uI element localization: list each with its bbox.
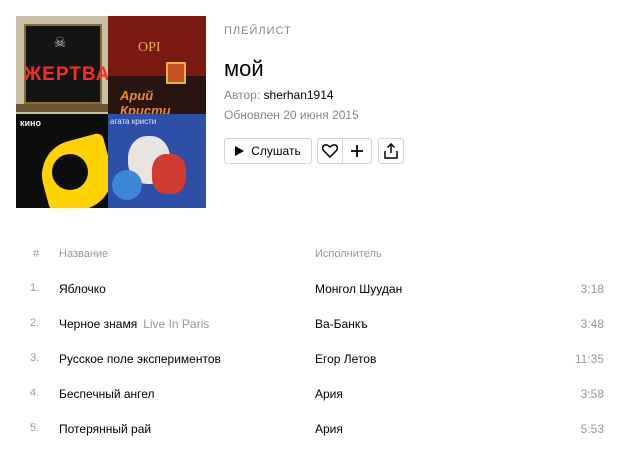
track-row[interactable]: 2. Черное знамя Live In Paris Ва-Банкъ 3:… — [0, 317, 640, 352]
cover-shape — [152, 154, 186, 194]
plus-icon — [351, 145, 363, 157]
track-row[interactable]: 1. Яблочко Монгол Шуудан 3:18 — [0, 282, 640, 317]
track-duration: 11:35 — [574, 352, 604, 366]
playlist-updated: Обновлен 20 июня 2015 — [224, 108, 359, 122]
track-duration: 3:48 — [580, 317, 604, 331]
track-number: 2. — [30, 317, 40, 329]
track-title[interactable]: Черное знамя Live In Paris — [59, 317, 209, 331]
cover-tile-text: Арий Кристи — [120, 88, 171, 114]
track-artist[interactable]: Ва-Банкъ — [315, 317, 368, 331]
track-number: 1. — [30, 282, 40, 294]
track-artist[interactable]: Ария — [315, 387, 343, 401]
cover-band — [16, 104, 108, 112]
track-name[interactable]: Русское поле экспериментов — [59, 352, 221, 366]
cover-sign: OPI — [138, 40, 161, 55]
play-button[interactable]: Слушать — [224, 138, 312, 164]
like-button[interactable] — [317, 138, 343, 164]
column-header-name[interactable]: Название — [59, 248, 108, 260]
track-duration: 5:53 — [580, 422, 604, 436]
cover-tile-aria: OPI Арий Кристи — [108, 16, 206, 114]
cover-sun-hole — [52, 154, 88, 190]
author-link[interactable]: sherhan1914 — [264, 88, 334, 102]
cover-tile-text: ЖЕРТВА — [24, 64, 108, 85]
track-number: 5. — [30, 422, 40, 434]
share-icon — [384, 143, 398, 159]
playlist-author: Автор: sherhan1914 — [224, 88, 334, 102]
track-artist[interactable]: Ария — [315, 422, 343, 436]
track-row[interactable]: 5. Потерянный рай Ария 5:53 — [0, 422, 640, 457]
track-artist[interactable]: Егор Летов — [315, 352, 376, 366]
cover-post — [166, 62, 186, 84]
share-button[interactable] — [378, 138, 404, 164]
playlist-cover: ☠ ЖЕРТВА OPI Арий Кристи кино агата крис… — [16, 16, 206, 208]
track-title[interactable]: Беспечный ангел — [59, 387, 155, 401]
track-title[interactable]: Яблочко — [59, 282, 106, 296]
track-title[interactable]: Русское поле экспериментов — [59, 352, 221, 366]
playlist-label: ПЛЕЙЛИСТ — [224, 25, 292, 37]
cover-tile-text: агата кристи — [110, 117, 157, 126]
track-number: 3. — [30, 352, 40, 364]
column-header-number: # — [33, 248, 40, 260]
track-title[interactable]: Потерянный рай — [59, 422, 151, 436]
cover-tile-kino: кино — [16, 114, 108, 208]
track-duration: 3:58 — [580, 387, 604, 401]
track-name[interactable]: Беспечный ангел — [59, 387, 155, 401]
author-label: Автор: — [224, 88, 261, 102]
playlist-title: мой — [224, 56, 264, 81]
track-number: 4. — [30, 387, 40, 399]
column-header-artist[interactable]: Исполнитель — [315, 248, 382, 260]
play-button-label: Слушать — [251, 144, 301, 158]
track-version: Live In Paris — [143, 317, 210, 331]
track-name[interactable]: Черное знамя — [59, 317, 137, 331]
cover-shape — [112, 170, 142, 200]
track-row[interactable]: 3. Русское поле экспериментов Егор Летов… — [0, 352, 640, 387]
track-name[interactable]: Потерянный рай — [59, 422, 151, 436]
cover-tile-text: кино — [20, 118, 41, 128]
play-icon — [235, 146, 245, 156]
add-button[interactable] — [342, 138, 372, 164]
track-artist[interactable]: Монгол Шуудан — [315, 282, 402, 296]
heart-icon — [322, 144, 338, 158]
track-row[interactable]: 4. Беспечный ангел Ария 3:58 — [0, 387, 640, 422]
cover-tile-agata: агата кристи — [108, 114, 206, 208]
skull-icon: ☠ — [53, 34, 67, 50]
track-name[interactable]: Яблочко — [59, 282, 106, 296]
track-duration: 3:18 — [580, 282, 604, 296]
cover-tile-zhertva: ☠ ЖЕРТВА — [16, 16, 108, 114]
